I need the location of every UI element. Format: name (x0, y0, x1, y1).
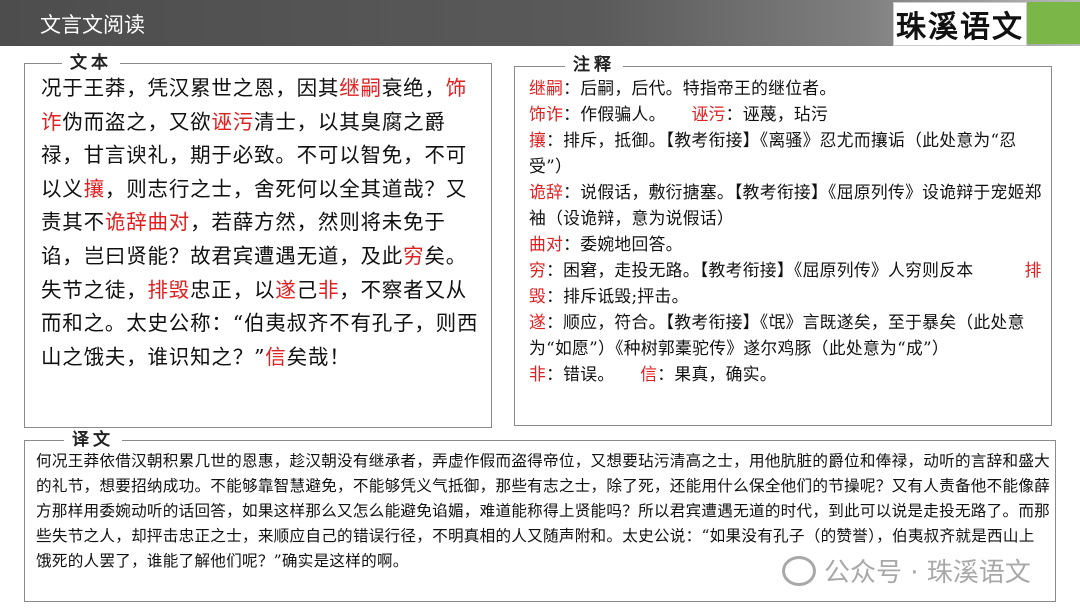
note-definition: ：排斥诋毁;抨击。 (546, 286, 689, 306)
note-entry: 攘：排斥，抵御。【教考衔接】《离骚》忍尤而攘诟（此处意为“忍受”） (529, 127, 1047, 179)
note-definition: ：后嗣，后代。特指帝王的继位者。 (563, 78, 837, 98)
glossed-term: 信 (265, 344, 287, 369)
translation-label: 译文 (64, 429, 122, 451)
note-definition: ：错误。 (546, 364, 641, 384)
glossed-term: 非 (317, 277, 340, 302)
note-definition: ：困窘，走投无路。【教考衔接】《屈原列传》人穷则反本 (546, 260, 1025, 280)
note-definition: ：诬蔑，玷污 (725, 104, 829, 124)
note-term: 穷 (529, 260, 547, 280)
note-definition: ：作假骗人。 (563, 104, 692, 124)
glossed-term: 遂 (275, 277, 297, 302)
glossed-term: 排毁 (147, 277, 191, 302)
glossed-term: 穷 (403, 243, 425, 268)
note-definition: ：顺应，符合。【教考衔接】《氓》言既遂矣，至于暴矣（此处意为“如愿”）《种树郭橐… (529, 312, 1025, 358)
page-title: 文言文阅读 (40, 13, 145, 37)
note-entry: 继嗣：后嗣，后代。特指帝王的继位者。 (529, 75, 1047, 101)
note-definition: ：说假话，敷衍搪塞。【教考衔接】《屈原列传》设诡辩于宠姬郑袖（设诡辩，意为说假话… (529, 182, 1042, 228)
note-definition: ：委婉地回答。 (563, 234, 683, 254)
glossed-term: 诬污 (211, 109, 255, 134)
text-segment: 衰绝， (381, 76, 446, 100)
text-segment: 伪而盗之，又欲 (62, 109, 212, 134)
watermark: 公众号 · 珠溪语文 (782, 552, 1031, 589)
note-entry: 饰诈：作假骗人。 诬污：诬蔑，玷污 (529, 101, 1047, 127)
wechat-icon (782, 555, 816, 586)
logo-accent (1027, 2, 1080, 44)
note-term: 遂 (529, 312, 547, 332)
watermark-text: 公众号 · 珠溪语文 (824, 558, 1031, 588)
original-text: 况于王莽，凭汉累世之恩，因其继嗣衰绝，饰诈伪而盗之，又欲诬污清士，以其臭腐之爵禄… (41, 72, 483, 374)
note-term: 非 (529, 364, 547, 384)
note-term: 攘 (529, 130, 547, 150)
note-term: 信 (640, 364, 658, 384)
note-entry: 诡辞：说假话，敷衍搪塞。【教考衔接】《屈原列传》设诡辩于宠姬郑袖（设诡辩，意为说… (529, 179, 1047, 231)
original-text-label: 文本 (62, 52, 120, 74)
notes-label: 注释 (565, 54, 623, 76)
note-definition: ：果真，确实。 (657, 364, 777, 384)
note-entry: 非：错误。 信：果真，确实。 (529, 361, 1047, 387)
glossed-term: 诡辞曲对 (104, 210, 191, 235)
original-text-panel: 况于王莽，凭汉累世之恩，因其继嗣衰绝，饰诈伪而盗之，又欲诬污清士，以其臭腐之爵禄… (24, 63, 492, 428)
note-term: 诡辞 (529, 182, 564, 202)
note-term: 曲对 (529, 234, 564, 254)
text-segment: 忠正，以 (190, 277, 276, 302)
note-term: 饰诈 (529, 104, 564, 124)
glossed-term: 攘 (83, 176, 105, 201)
note-term: 继嗣 (529, 78, 564, 98)
note-term: 诬污 (691, 104, 726, 124)
note-definition: ：排斥，抵御。【教考衔接】《离骚》忍尤而攘诟（此处意为“忍受”） (529, 130, 1017, 176)
notes-panel: 继嗣：后嗣，后代。特指帝王的继位者。 饰诈：作假骗人。 诬污：诬蔑，玷污 攘：排斥，… (514, 66, 1052, 426)
glossed-term: 继嗣 (339, 76, 382, 100)
note-entry: 曲对：委婉地回答。 (529, 231, 1047, 257)
text-segment: 己 (296, 277, 318, 302)
note-entry: 穷：困窘，走投无路。【教考衔接】《屈原列传》人穷则反本 排毁：排斥诋毁;抨击。 (529, 257, 1047, 309)
note-entry: 遂：顺应，符合。【教考衔接】《氓》言既遂矣，至于暴矣（此处意为“如愿”）《种树郭… (529, 309, 1047, 361)
text-segment: 矣哉！ (286, 344, 351, 369)
notes-list: 继嗣：后嗣，后代。特指帝王的继位者。 饰诈：作假骗人。 诬污：诬蔑，玷污 攘：排斥，… (529, 75, 1047, 387)
brand-logo: 珠溪语文 (893, 2, 1027, 46)
text-segment: 况于王莽，凭汉累世之恩，因其 (41, 76, 340, 100)
